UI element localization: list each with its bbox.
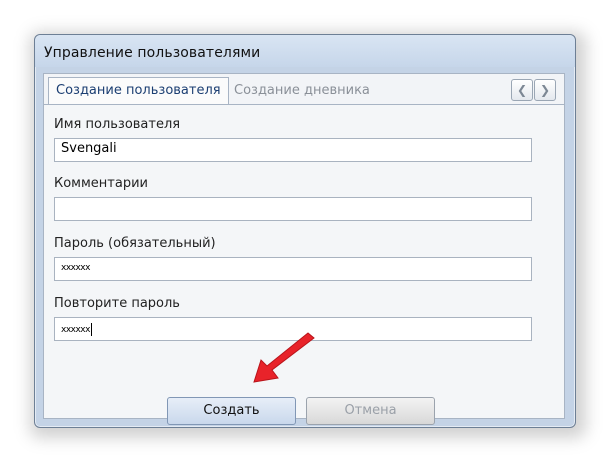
- window-title: Управление пользователями: [44, 45, 261, 61]
- repeat-password-label: Повторите пароль: [54, 296, 180, 311]
- text-caret: [90, 323, 92, 336]
- comment-label: Комментарии: [54, 176, 148, 191]
- repeat-password-mask: xxxxxx: [61, 325, 90, 335]
- username-field[interactable]: Svengali: [54, 138, 532, 162]
- title-bar[interactable]: Управление пользователями: [35, 35, 575, 67]
- red-arrow-icon: [253, 332, 315, 383]
- chevron-right-icon[interactable]: ❯: [534, 79, 556, 101]
- comment-field[interactable]: [54, 197, 532, 221]
- tab-create-user[interactable]: Создание пользователя: [48, 77, 229, 106]
- password-field[interactable]: xxxxxx: [54, 257, 532, 281]
- password-label: Пароль (обязательный): [54, 236, 216, 251]
- chevron-left-icon[interactable]: ❮: [511, 79, 533, 101]
- cancel-button[interactable]: Отмена: [306, 397, 435, 425]
- create-button[interactable]: Создать: [167, 397, 296, 425]
- password-mask: xxxxxx: [61, 263, 90, 273]
- tab-strip: Создание пользователя Создание дневника …: [44, 74, 564, 106]
- tab-create-diary[interactable]: Создание дневника: [227, 78, 377, 103]
- username-label: Имя пользователя: [54, 117, 181, 132]
